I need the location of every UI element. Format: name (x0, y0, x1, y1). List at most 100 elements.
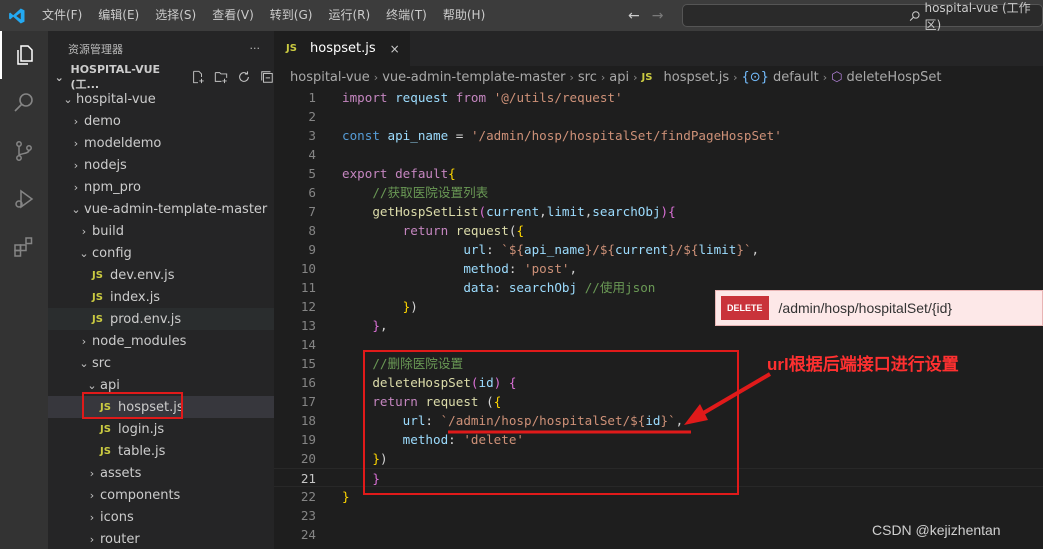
folder-item[interactable]: › node_modules (48, 330, 274, 352)
breadcrumb-item[interactable]: src (578, 70, 597, 85)
folder-item[interactable]: › router (48, 528, 274, 549)
breadcrumb-item[interactable]: default (773, 70, 819, 85)
folder-item[interactable]: ⌄ src (48, 352, 274, 374)
new-file-icon[interactable] (191, 70, 205, 84)
breadcrumb-item[interactable]: vue-admin-template-master (382, 70, 565, 85)
folder-item[interactable]: ⌄ config (48, 242, 274, 264)
breadcrumb-item[interactable]: hospital-vue (290, 70, 370, 85)
file-item[interactable]: JS prod.env.js (48, 308, 274, 330)
tree-item-label: dev.env.js (110, 267, 175, 283)
extensions-icon[interactable] (0, 223, 48, 271)
line-number: 3 (308, 128, 316, 143)
tree-item-label: npm_pro (84, 179, 141, 195)
line-text: getHospSetList(current,limit,searchObj){ (372, 204, 676, 219)
line-number: 21 (300, 471, 316, 486)
file-item[interactable]: JS index.js (48, 286, 274, 308)
explorer-title: 资源管理器 (68, 42, 123, 56)
symbol-variable-icon: {⊙} (741, 69, 769, 85)
code-line[interactable]: 5 export default{ (274, 164, 1043, 183)
menu-item[interactable]: 选择(S) (147, 0, 204, 31)
chevron-right-icon: › (89, 488, 95, 502)
file-item[interactable]: JS dev.env.js (48, 264, 274, 286)
vscode-logo-icon[interactable] (0, 0, 34, 31)
js-file-icon: JS (92, 269, 103, 281)
breadcrumb-item[interactable]: hospset.js (664, 70, 730, 85)
folder-item[interactable]: › icons (48, 506, 274, 528)
api-endpoint-tooltip: DELETE /admin/hosp/hospitalSet/{id} (715, 290, 1043, 326)
breadcrumb-item[interactable]: api (609, 70, 629, 85)
menu-item[interactable]: 文件(F) (34, 0, 90, 31)
folder-item[interactable]: ⌄ hospital-vue (48, 88, 274, 110)
js-file-icon: JS (286, 43, 297, 54)
menu-item[interactable]: 运行(R) (320, 0, 378, 31)
line-number: 16 (300, 375, 316, 390)
menu-item[interactable]: 编辑(E) (90, 0, 147, 31)
line-number: 9 (308, 242, 316, 257)
explorer-icon[interactable] (0, 31, 48, 79)
line-number: 2 (308, 109, 316, 124)
js-file-icon: JS (100, 423, 111, 435)
forward-arrow-icon[interactable]: → (652, 8, 664, 24)
line-text: //获取医院设置列表 (372, 185, 489, 200)
code-line[interactable]: 2 (274, 107, 1043, 126)
chevron-down-icon: ⌄ (79, 246, 89, 260)
breadcrumb-item[interactable]: deleteHospSet (846, 70, 941, 85)
js-file-icon: JS (641, 71, 653, 83)
js-file-icon: JS (100, 445, 111, 457)
line-text: import request from '@/utils/request' (342, 90, 623, 105)
file-item[interactable]: JS table.js (48, 440, 274, 462)
line-text: url: `${api_name}/${current}/${limit}`, (463, 242, 760, 257)
activity-bar (0, 31, 48, 549)
code-line[interactable]: 9 url: `${api_name}/${current}/${limit}`… (274, 240, 1043, 259)
menu-bar: 文件(F) 编辑(E) 选择(S) 查看(V) 转到(G) 运行(R) 终端(T) 帮助(H) (34, 0, 493, 31)
line-number: 13 (300, 318, 316, 333)
command-center-search[interactable]: hospital-vue (工作区) (682, 1, 1043, 32)
folder-item[interactable]: › npm_pro (48, 176, 274, 198)
folder-item[interactable]: › nodejs (48, 154, 274, 176)
run-debug-icon[interactable] (0, 175, 48, 223)
code-line[interactable]: 10 method: 'post', (274, 259, 1043, 278)
tree-item-label: login.js (118, 421, 165, 437)
search-icon[interactable] (0, 79, 48, 127)
folder-item[interactable]: ⌄ vue-admin-template-master (48, 198, 274, 220)
file-item[interactable]: JS login.js (48, 418, 274, 440)
menu-item[interactable]: 转到(G) (262, 0, 321, 31)
collapse-all-icon[interactable] (260, 70, 274, 84)
workspace-section-header[interactable]: ⌄ HOSPITAL-VUE (工... (48, 63, 274, 91)
code-line[interactable]: 4 (274, 145, 1043, 164)
source-control-icon[interactable] (0, 127, 48, 175)
http-method-badge: DELETE (721, 296, 769, 320)
new-folder-icon[interactable] (214, 70, 228, 84)
line-text: } (342, 489, 350, 504)
menu-item[interactable]: 终端(T) (378, 0, 435, 31)
folder-item[interactable]: › components (48, 484, 274, 506)
code-line[interactable]: 1 import request from '@/utils/request' (274, 88, 1043, 107)
code-line[interactable]: 8 return request({ (274, 221, 1043, 240)
menu-item[interactable]: 查看(V) (204, 0, 262, 31)
back-arrow-icon[interactable]: ← (628, 8, 640, 24)
chevron-right-icon: › (73, 158, 79, 172)
line-text: export default{ (342, 166, 456, 181)
menu-item[interactable]: 帮助(H) (435, 0, 493, 31)
endpoint-path: /admin/hosp/hospitalSet/{id} (778, 300, 953, 316)
chevron-right-icon: › (73, 136, 79, 150)
close-icon[interactable]: × (390, 42, 400, 56)
folder-item[interactable]: › build (48, 220, 274, 242)
line-number: 19 (300, 432, 316, 447)
command-center-label: hospital-vue (工作区) (924, 0, 1031, 32)
chevron-right-icon: › (600, 70, 606, 84)
chevron-right-icon: › (569, 70, 574, 84)
refresh-icon[interactable] (237, 70, 251, 84)
more-actions-icon[interactable]: ··· (250, 42, 261, 55)
folder-item[interactable]: › demo (48, 110, 274, 132)
code-line[interactable]: 6 //获取医院设置列表 (274, 183, 1043, 202)
symbol-method-icon: ⬡ (831, 69, 843, 85)
code-line[interactable]: 3 const api_name = '/admin/hosp/hospitalS… (274, 126, 1043, 145)
folder-item[interactable]: › modeldemo (48, 132, 274, 154)
code-line[interactable]: 7 getHospSetList(current,limit,searchObj… (274, 202, 1043, 221)
tab-hospset-js[interactable]: JS hospset.js × (274, 31, 410, 66)
chevron-right-icon: › (81, 334, 87, 348)
folder-item[interactable]: › assets (48, 462, 274, 484)
title-bar: 文件(F) 编辑(E) 选择(S) 查看(V) 转到(G) 运行(R) 终端(T) 帮助(H)… (0, 0, 1043, 32)
tree-item-label: router (100, 531, 140, 547)
